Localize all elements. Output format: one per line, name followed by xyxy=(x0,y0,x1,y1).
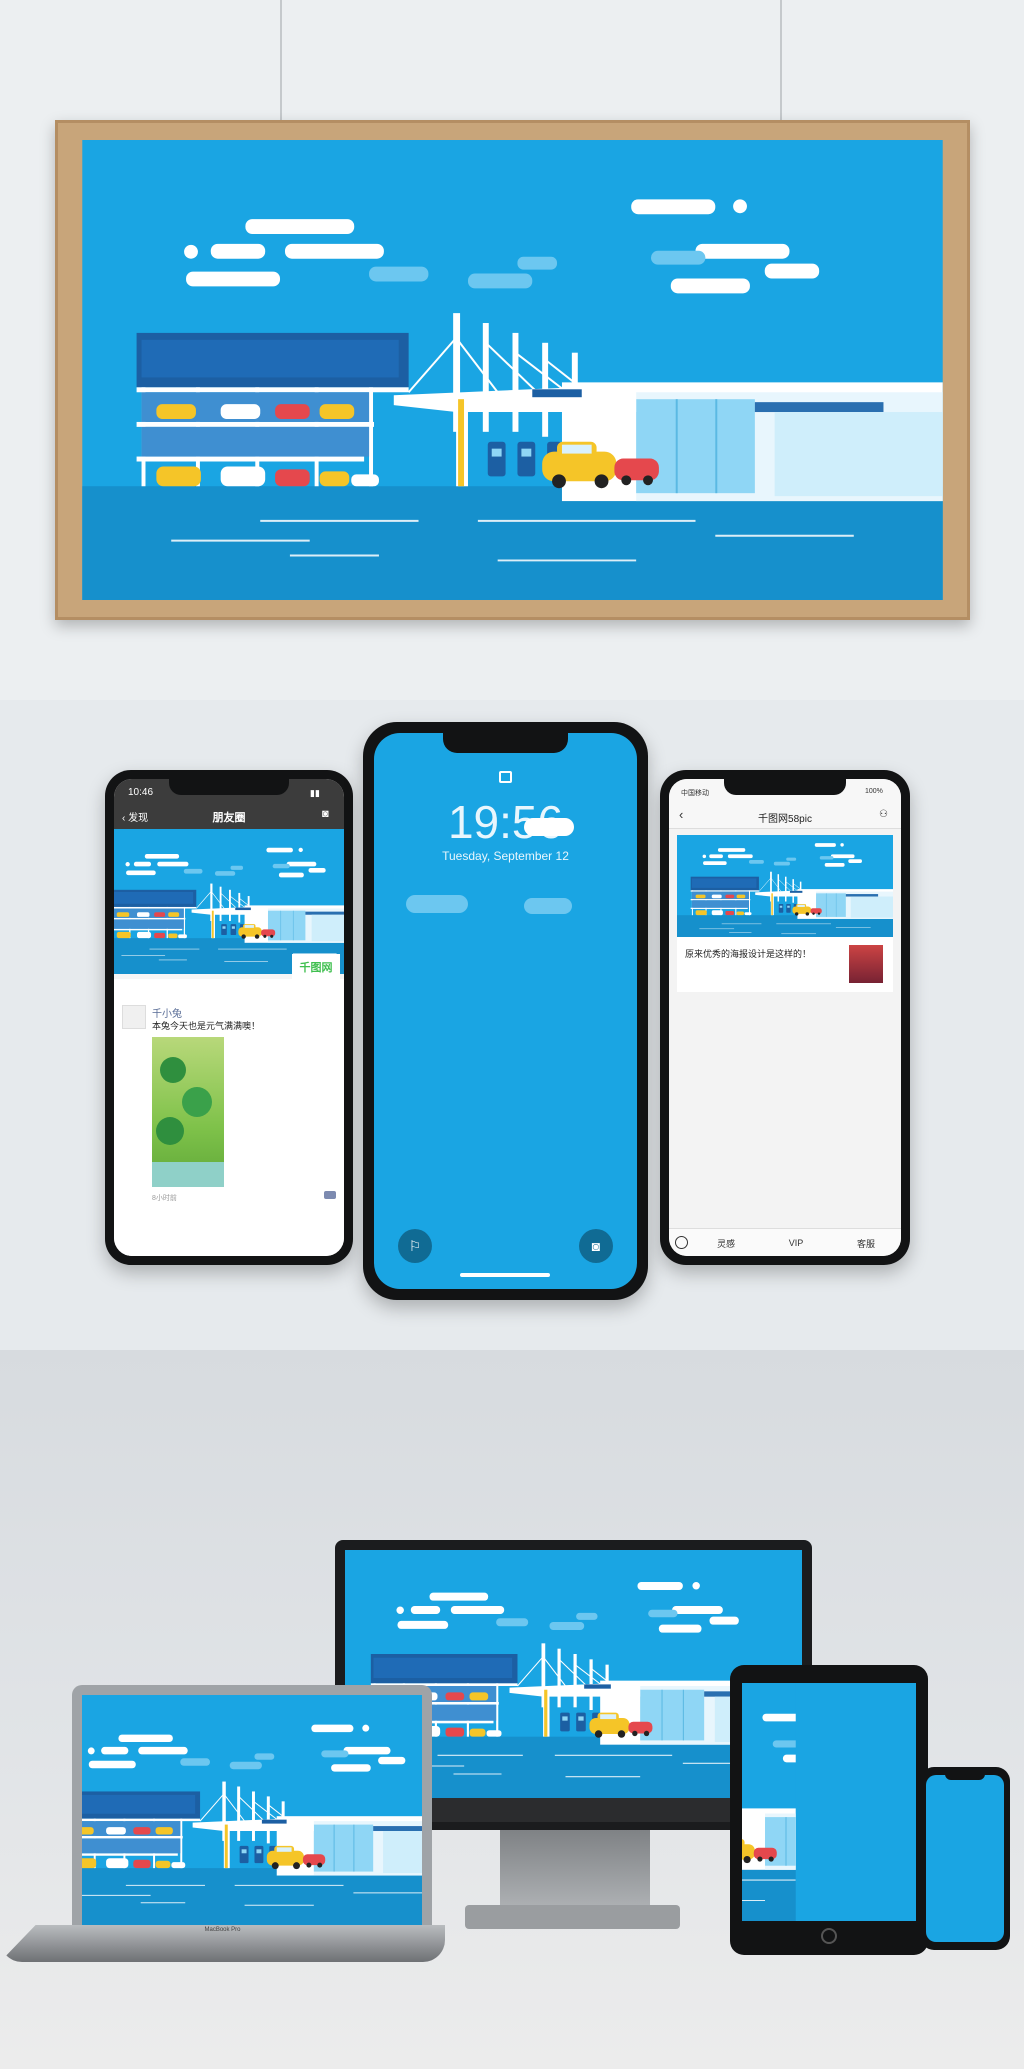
status-time: 10:46 xyxy=(128,787,154,798)
flashlight-icon[interactable]: ⚐ xyxy=(398,1229,432,1263)
phone-left-screen: 10:46 ▮▮ ‹ 发现 朋友圈 ◙ 千图网 千小兔 本兔今天也是元气满满噢！… xyxy=(114,779,344,1256)
tab-service[interactable]: 客服 xyxy=(831,1229,901,1256)
phone-notch xyxy=(724,777,846,795)
status-battery: 100% xyxy=(865,788,883,795)
phone-left: 10:46 ▮▮ ‹ 发现 朋友圈 ◙ 千图网 千小兔 本兔今天也是元气满满噢！… xyxy=(105,770,353,1265)
laptop-base: MacBook Pro xyxy=(0,1925,445,1962)
monitor-base xyxy=(465,1905,680,1929)
article-banner[interactable] xyxy=(677,835,893,937)
moments-post: 千小兔 本兔今天也是元气满满噢！ 8小时前 xyxy=(114,979,344,1256)
small-phone xyxy=(920,1767,1010,1950)
gas-station-illustration xyxy=(926,1775,1004,1942)
cover-image[interactable] xyxy=(114,829,344,974)
camera-icon[interactable]: ◙ xyxy=(579,1229,613,1263)
home-indicator[interactable] xyxy=(460,1273,550,1277)
avatar[interactable] xyxy=(122,1005,146,1029)
phone-center: 19:56 Tuesday, September 12 ⚐ ◙ xyxy=(363,722,648,1300)
lock-screen: 19:56 Tuesday, September 12 ⚐ ◙ xyxy=(374,733,637,1289)
article-title: 原来优秀的海报设计是这样的！ xyxy=(685,949,812,959)
status-carrier: 中国移动 xyxy=(681,790,709,797)
tab-inspiration[interactable]: 灵感 xyxy=(691,1229,761,1256)
wallpaper-illustration xyxy=(374,968,637,1238)
laptop-brand: MacBook Pro xyxy=(204,1927,241,1933)
tab-vip[interactable]: VIP xyxy=(761,1229,831,1256)
tablet-screen xyxy=(742,1683,916,1921)
gas-station-illustration xyxy=(80,140,945,600)
bottom-tabbar: 灵感 VIP 客服 xyxy=(669,1228,901,1256)
tablet-home-button[interactable] xyxy=(821,1928,837,1944)
article-card[interactable]: 原来优秀的海报设计是这样的！ xyxy=(677,937,893,992)
gas-station-illustration xyxy=(82,1695,422,1925)
user-name[interactable]: 千小兔 xyxy=(152,1005,182,1020)
post-time: 8小时前 xyxy=(152,1195,177,1202)
phone-right: 中国移动 100% ‹ 千图网58pic ⚇ 原来优秀的海报设计是这样的！ 灵感… xyxy=(660,770,910,1265)
small-phone-screen xyxy=(926,1775,1004,1942)
hanging-wire xyxy=(280,0,282,122)
framed-poster-section xyxy=(0,0,1024,700)
brand-badge: 千图网 xyxy=(292,954,340,980)
tablet xyxy=(730,1665,928,1955)
lock-icon xyxy=(499,771,512,783)
laptop-lid xyxy=(72,1685,432,1925)
keyboard-icon[interactable] xyxy=(675,1236,688,1249)
poster-illustration xyxy=(80,140,945,600)
hanging-wire xyxy=(780,0,782,122)
gas-station-illustration xyxy=(114,829,344,974)
phone-notch xyxy=(169,777,289,795)
battery-icon: ▮▮ xyxy=(310,788,320,798)
person-icon[interactable]: ⚇ xyxy=(879,809,888,820)
gas-station-illustration xyxy=(374,968,637,1238)
article-thumbnail xyxy=(849,945,883,983)
post-image[interactable] xyxy=(152,1037,224,1187)
lock-date: Tuesday, September 12 xyxy=(442,849,569,863)
phone-notch xyxy=(945,1773,985,1780)
article-navbar-title: 千图网58pic xyxy=(758,814,812,825)
post-text: 本兔今天也是元气满满噢！ xyxy=(152,1021,261,1031)
navbar-title: 朋友圈 xyxy=(212,812,246,824)
gas-station-illustration xyxy=(742,1683,916,1921)
phone-right-screen: 中国移动 100% ‹ 千图网58pic ⚇ 原来优秀的海报设计是这样的！ 灵感… xyxy=(669,779,901,1256)
lock-clock: 19:56 xyxy=(447,796,564,848)
camera-icon[interactable]: ◙ xyxy=(322,808,329,820)
phone-notch xyxy=(443,731,568,753)
gas-station-illustration xyxy=(677,835,893,937)
laptop-screen xyxy=(82,1695,422,1925)
wooden-frame xyxy=(55,120,970,620)
comment-icon[interactable] xyxy=(324,1191,336,1199)
